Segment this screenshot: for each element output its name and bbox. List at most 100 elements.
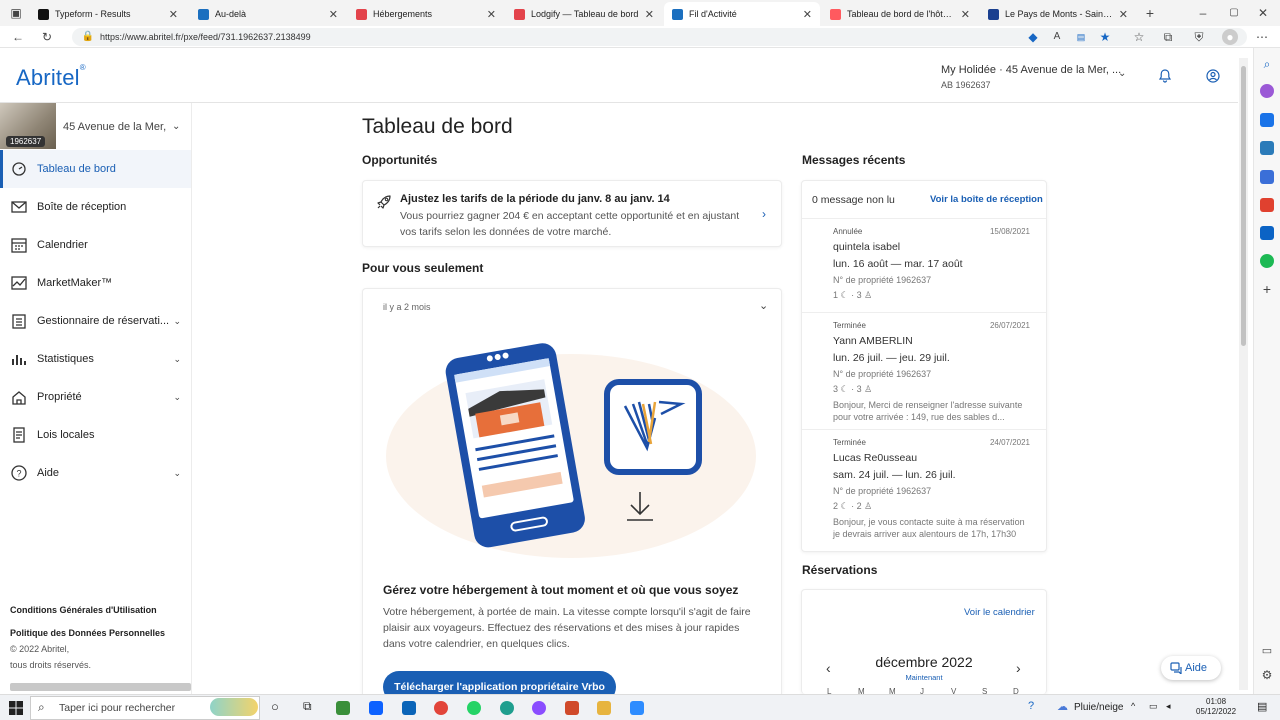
weather-icon[interactable]: ☁: [1057, 700, 1068, 713]
collections-icon[interactable]: ⧉: [1160, 29, 1176, 45]
terms-link[interactable]: Conditions Générales d'Utilisation: [10, 605, 157, 615]
page-scrollbar-thumb[interactable]: [1241, 66, 1246, 346]
account-icon[interactable]: [1206, 69, 1220, 83]
games-icon[interactable]: [1260, 170, 1274, 184]
store-app-icon[interactable]: [336, 701, 350, 715]
calendar-link[interactable]: Voir le calendrier: [964, 607, 1035, 618]
chevron-down-icon[interactable]: ⌄: [173, 354, 181, 365]
back-icon[interactable]: ←: [10, 29, 26, 45]
browser-tab[interactable]: Fil d'Activité ✕: [664, 2, 820, 26]
shield-icon[interactable]: ⛨: [1191, 29, 1207, 45]
chevron-down-icon[interactable]: ⌄: [1118, 68, 1126, 79]
chevron-down-icon[interactable]: ⌄: [173, 392, 181, 403]
browser-tab[interactable]: Hébergements ✕: [348, 2, 504, 26]
tray-chevron-icon[interactable]: ^: [1131, 701, 1135, 711]
sidebar-item-tableau-de-bord[interactable]: Tableau de bord: [0, 150, 191, 188]
favorite-star-icon[interactable]: ★: [1097, 29, 1113, 45]
chevron-down-icon[interactable]: ⌄: [173, 468, 181, 479]
taskbar-clock[interactable]: 01:08 05/12/2022: [1196, 697, 1236, 717]
message-item[interactable]: Terminée 26/07/2021 Yann AMBERLIN lun. 26 j…: [802, 313, 1046, 430]
help-button[interactable]: Aide: [1161, 656, 1221, 680]
tag-icon[interactable]: ◆: [1025, 29, 1041, 45]
messenger-app-icon[interactable]: [532, 701, 546, 715]
powerpoint-app-icon[interactable]: [565, 701, 579, 715]
message-item[interactable]: Terminée 24/07/2021 Lucas Re0usseau sam. 24…: [802, 430, 1046, 553]
inbox-link[interactable]: Voir la boîte de réception: [930, 194, 1043, 205]
exclusive-chevron-down-icon[interactable]: ⌄: [759, 299, 768, 312]
opportunity-card[interactable]: Ajustez les tarifs de la période du janv…: [362, 180, 782, 247]
edge-app-icon[interactable]: [500, 701, 514, 715]
outlook-icon[interactable]: [1260, 226, 1274, 240]
browser-tab[interactable]: Tableau de bord de l'hôte - Airb ✕: [822, 2, 978, 26]
sidebar-item-gestionnaire-de-r-servati[interactable]: Gestionnaire de réservati... ⌄: [0, 302, 191, 340]
task-view-icon[interactable]: ⧉: [303, 699, 312, 714]
message-item[interactable]: Annulée 15/08/2021 quintela isabel lun. 16 …: [802, 219, 1046, 313]
chrome-app-icon[interactable]: [434, 701, 448, 715]
copilot-icon[interactable]: [1260, 84, 1274, 98]
sidebar-item-propri-t[interactable]: Propriété ⌄: [0, 378, 191, 416]
tools-icon[interactable]: [1260, 141, 1274, 155]
profile-avatar-icon[interactable]: ●: [1222, 29, 1238, 45]
sidebar-item-aide[interactable]: ? Aide ⌄: [0, 454, 191, 492]
browser-tab[interactable]: Au-delà ✕: [190, 2, 346, 26]
chevron-right-icon[interactable]: ›: [762, 207, 766, 221]
lock-icon[interactable]: 🔒: [80, 29, 96, 45]
add-panel-icon[interactable]: +: [1260, 282, 1274, 296]
window-close-icon[interactable]: ✕: [1255, 5, 1271, 21]
office-icon[interactable]: [1260, 198, 1274, 212]
notifications-icon[interactable]: ▤: [1257, 700, 1267, 713]
extension-icon[interactable]: ▤: [1073, 29, 1089, 45]
chevron-down-icon[interactable]: ⌄: [173, 316, 181, 327]
tray-help-icon[interactable]: ?: [1028, 700, 1034, 712]
tab-close-icon[interactable]: ✕: [1119, 8, 1128, 21]
mail-app-icon[interactable]: [402, 701, 416, 715]
browser-tab[interactable]: Le Pays de Monts - Saint-Jean-d ✕: [980, 2, 1136, 26]
property-thumbnail[interactable]: 1962637: [0, 103, 56, 149]
privacy-link[interactable]: Politique des Données Personnelles: [10, 628, 165, 638]
search-icon[interactable]: ⌕: [1260, 57, 1274, 71]
minimize-icon[interactable]: –: [1195, 5, 1211, 21]
panel-settings-icon[interactable]: ⚙: [1260, 668, 1274, 682]
zoom-app-icon[interactable]: [630, 701, 644, 715]
tab-close-icon[interactable]: ✕: [329, 8, 338, 21]
spotify-icon[interactable]: [1260, 254, 1274, 268]
url-field[interactable]: https://www.abritel.fr/pxe/feed/731.1962…: [72, 28, 1247, 46]
property-selector[interactable]: My Holidée · 45 Avenue de la Mer, ... AB…: [941, 64, 1121, 90]
dropbox-app-icon[interactable]: [369, 701, 383, 715]
notification-bell-icon[interactable]: [1158, 69, 1172, 83]
read-aloud-icon[interactable]: A: [1049, 29, 1065, 45]
sidebar-scrollbar[interactable]: [10, 683, 191, 691]
calendar-now-label[interactable]: Maintenant: [802, 673, 1046, 682]
property-chevron-down-icon[interactable]: ⌄: [172, 121, 180, 132]
sidebar-item-statistiques[interactable]: Statistiques ⌄: [0, 340, 191, 378]
tab-close-icon[interactable]: ✕: [487, 8, 496, 21]
sidebar-item-calendrier[interactable]: Calendrier: [0, 226, 191, 264]
property-address[interactable]: 45 Avenue de la Mer, Saint-J: [63, 121, 169, 133]
sidebar-item-bo-te-de-r-ception[interactable]: Boîte de réception: [0, 188, 191, 226]
abritel-logo[interactable]: Abritel®: [16, 63, 86, 91]
file-explorer-app-icon[interactable]: [597, 701, 611, 715]
restore-icon[interactable]: ▢: [1226, 5, 1242, 21]
weather-text[interactable]: Pluie/neige: [1074, 702, 1123, 713]
message-excerpt: Bonjour, Merci de renseigner l'adresse s…: [833, 400, 1023, 422]
tab-actions-icon[interactable]: ▣: [8, 5, 24, 21]
network-icon[interactable]: ▭: [1149, 701, 1158, 712]
tab-close-icon[interactable]: ✕: [803, 8, 812, 21]
cortana-icon[interactable]: ○: [271, 699, 279, 714]
browser-tab[interactable]: Lodgify — Tableau de bord ✕: [506, 2, 662, 26]
browser-menu-icon[interactable]: ⋯: [1254, 29, 1270, 45]
panel-toggle-icon[interactable]: ▭: [1260, 644, 1274, 658]
favorites-icon[interactable]: ☆: [1131, 29, 1147, 45]
windows-start-icon[interactable]: [9, 701, 23, 715]
new-tab-icon[interactable]: +: [1142, 5, 1158, 21]
tab-close-icon[interactable]: ✕: [169, 8, 178, 21]
refresh-icon[interactable]: ↻: [39, 29, 55, 45]
sidebar-item-lois-locales[interactable]: Lois locales: [0, 416, 191, 454]
tab-close-icon[interactable]: ✕: [961, 8, 970, 21]
browser-tab[interactable]: Typeform - Results ✕: [30, 2, 186, 26]
whatsapp-app-icon[interactable]: [467, 701, 481, 715]
tab-close-icon[interactable]: ✕: [645, 8, 654, 21]
shopping-tag-icon[interactable]: [1260, 113, 1274, 127]
sidebar-item-marketmaker[interactable]: MarketMaker™: [0, 264, 191, 302]
volume-icon[interactable]: ◂: [1166, 701, 1171, 712]
